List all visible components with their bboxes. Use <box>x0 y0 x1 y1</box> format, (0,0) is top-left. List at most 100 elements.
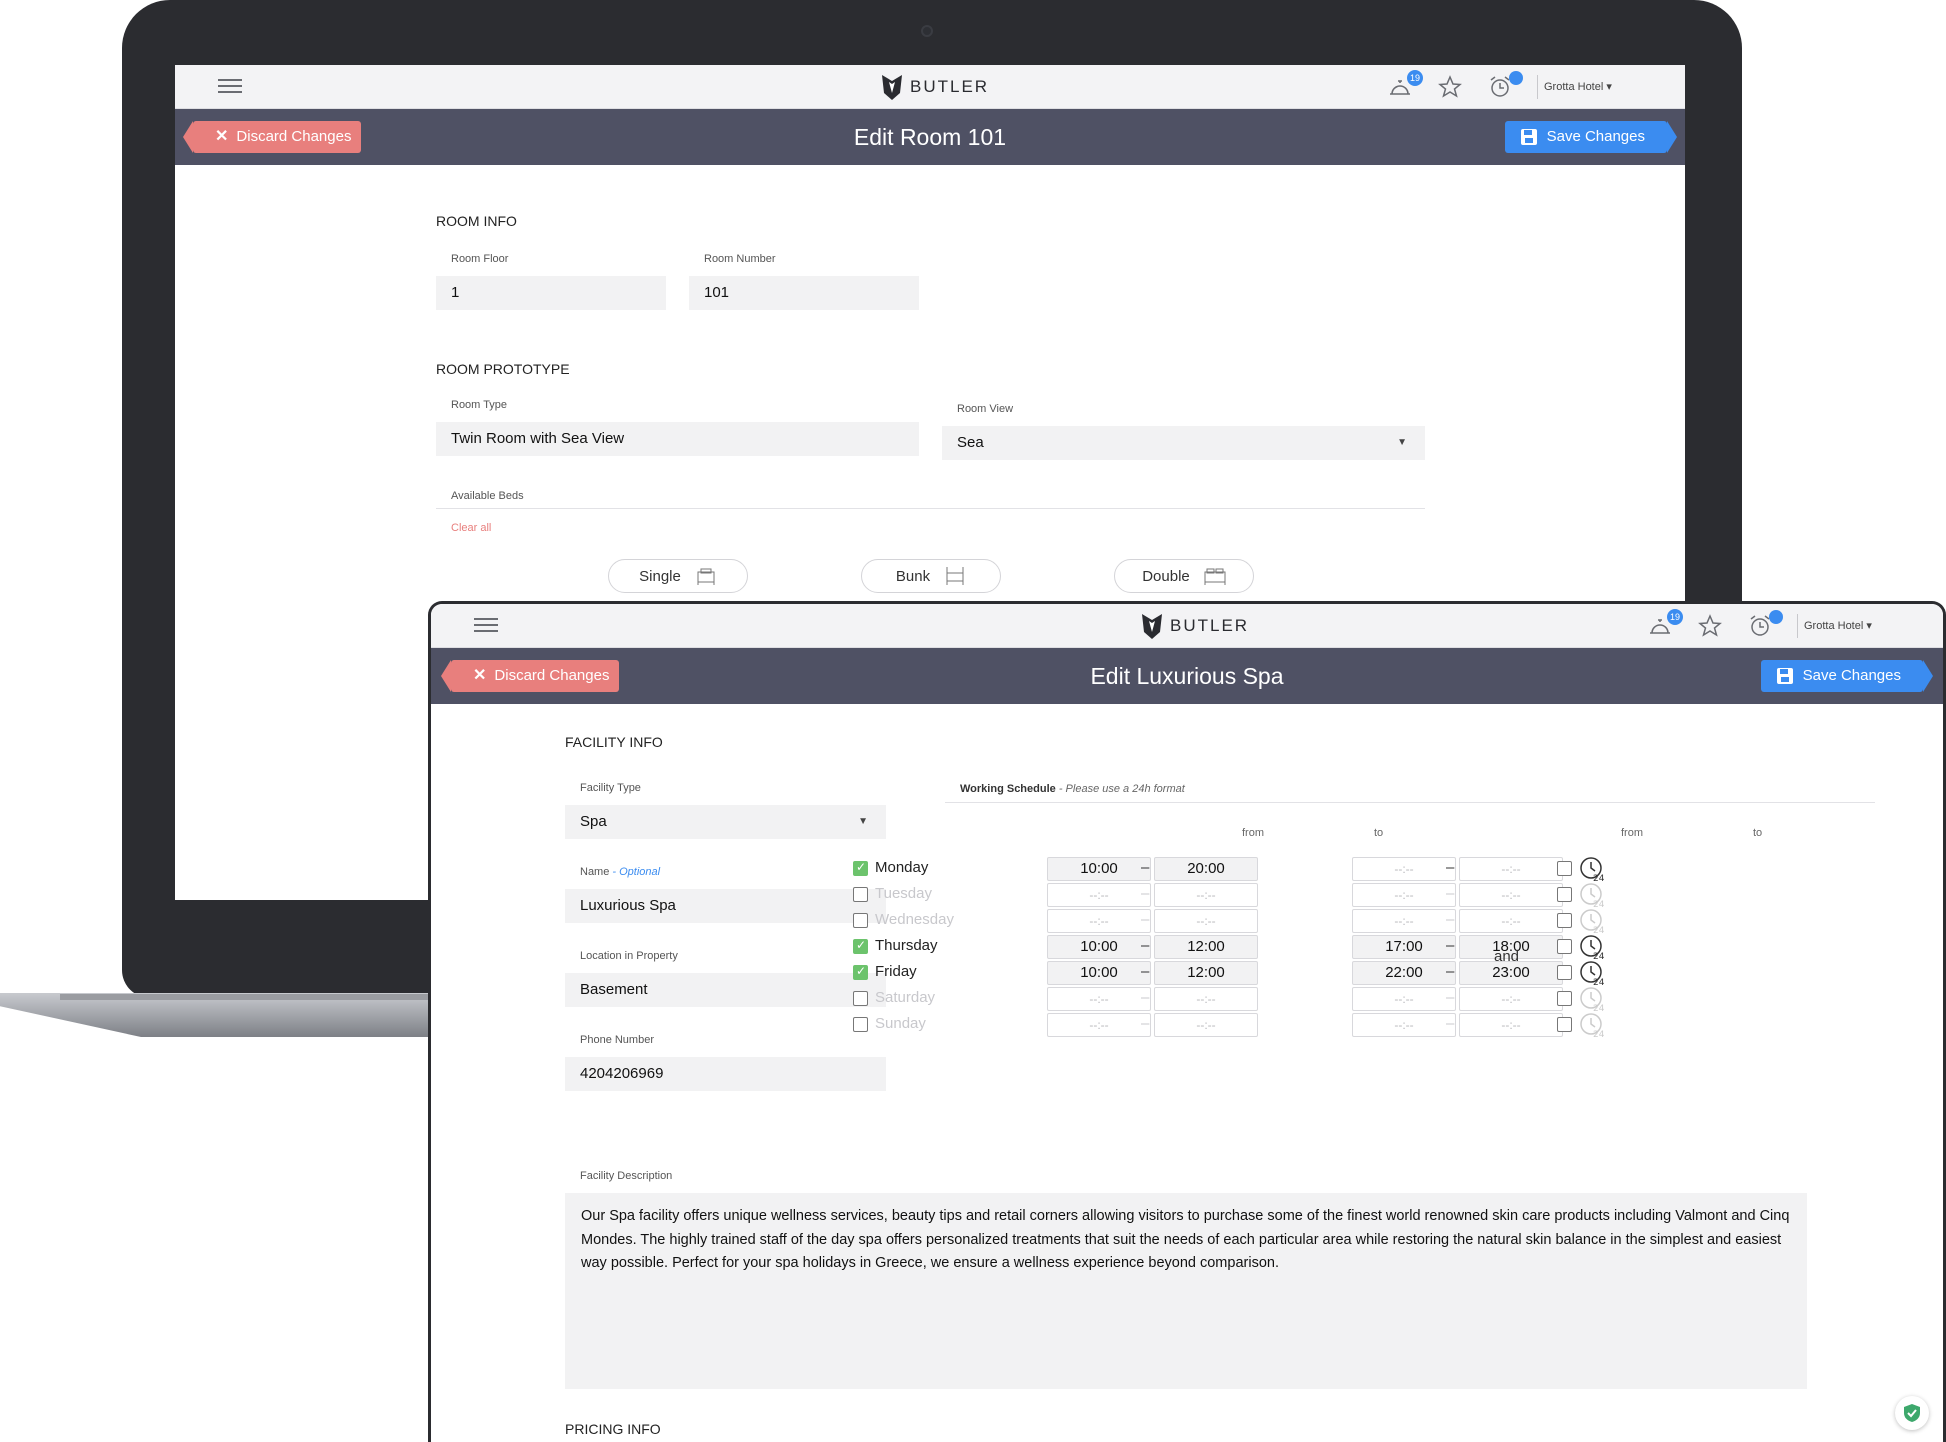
clock-24h-icon[interactable]: 24 <box>1579 1012 1605 1038</box>
to-time-input[interactable]: --:-- <box>1154 909 1258 933</box>
schedule-title: Working Schedule <box>960 783 1056 795</box>
save-changes-button[interactable]: Save Changes <box>1760 660 1934 692</box>
to-time-input-2[interactable]: --:-- <box>1459 987 1563 1011</box>
schedule-divider <box>945 802 1875 803</box>
schedule-row: Tuesday --:-- – --:-- --:-- – --:-- 24 <box>431 882 1943 908</box>
to-time-input-2[interactable]: --:-- <box>1459 883 1563 907</box>
room-view-select[interactable]: Sea ▼ <box>942 426 1425 460</box>
all-day-checkbox[interactable] <box>1557 965 1572 980</box>
from-time-input-2[interactable]: 22:00 <box>1352 961 1456 985</box>
svg-text:24: 24 <box>1593 874 1605 882</box>
room-service-icon[interactable]: 19 <box>1387 70 1423 100</box>
from-time-input-2[interactable]: --:-- <box>1352 909 1456 933</box>
menu-icon[interactable] <box>474 614 498 636</box>
room-number-input[interactable]: 101 <box>689 276 919 310</box>
day-checkbox[interactable] <box>853 913 868 928</box>
all-day-checkbox[interactable] <box>1557 1017 1572 1032</box>
day-checkbox[interactable] <box>853 938 868 954</box>
bed-single-button[interactable]: Single <box>608 559 748 593</box>
alarm-clock-icon[interactable] <box>1747 610 1783 639</box>
description-textarea[interactable]: Our Spa facility offers unique wellness … <box>565 1193 1807 1389</box>
all-day-checkbox[interactable] <box>1557 991 1572 1006</box>
from-time-input[interactable]: --:-- <box>1047 1013 1151 1037</box>
from-time-input-2[interactable]: --:-- <box>1352 1013 1456 1037</box>
star-icon[interactable] <box>1437 74 1463 100</box>
clock-24h-icon[interactable]: 24 <box>1579 986 1605 1012</box>
alert-dot <box>1509 71 1523 85</box>
bed-bunk-button[interactable]: Bunk <box>861 559 1001 593</box>
to-time-input[interactable]: 20:00 <box>1154 857 1258 881</box>
notification-badge: 19 <box>1406 70 1423 86</box>
room-floor-label: Room Floor <box>451 253 509 265</box>
facility-info-heading: FACILITY INFO <box>565 734 663 750</box>
to-time-input[interactable]: --:-- <box>1154 883 1258 907</box>
room-type-label: Room Type <box>451 399 508 411</box>
alarm-clock-icon[interactable] <box>1487 71 1523 100</box>
to-header-1: to <box>1374 827 1384 839</box>
day-checkbox[interactable] <box>853 964 868 980</box>
title-bar: Edit Room 101 ✕ Discard Changes Save Cha… <box>175 109 1685 165</box>
phone-input[interactable]: 4204206969 <box>565 1057 886 1091</box>
star-icon[interactable] <box>1697 613 1723 639</box>
all-day-checkbox[interactable] <box>1557 887 1572 902</box>
menu-icon[interactable] <box>218 75 242 97</box>
from-header-2: from <box>1621 827 1643 839</box>
time-separator: – <box>1141 963 1150 980</box>
to-time-input[interactable]: 12:00 <box>1154 961 1258 985</box>
from-time-input-2[interactable]: --:-- <box>1352 987 1456 1011</box>
day-checkbox[interactable] <box>853 1017 868 1032</box>
from-time-input-2[interactable]: --:-- <box>1352 857 1456 881</box>
security-shield-icon[interactable] <box>1895 1396 1929 1430</box>
all-day-checkbox[interactable] <box>1557 913 1572 928</box>
from-time-input[interactable]: 10:00 <box>1047 961 1151 985</box>
from-time-input[interactable]: 10:00 <box>1047 935 1151 959</box>
room-service-icon[interactable]: 19 <box>1647 609 1683 639</box>
to-time-input[interactable]: --:-- <box>1154 1013 1258 1037</box>
day-label: Sunday <box>875 1015 926 1032</box>
from-time-input[interactable]: --:-- <box>1047 883 1151 907</box>
day-checkbox[interactable] <box>853 991 868 1006</box>
to-time-input-2[interactable]: --:-- <box>1459 1013 1563 1037</box>
laptop-camera <box>921 25 933 37</box>
discard-changes-button[interactable]: ✕ Discard Changes <box>182 121 362 153</box>
clear-all-link[interactable]: Clear all <box>451 522 491 534</box>
clock-24h-icon[interactable]: 24 <box>1579 856 1605 882</box>
day-checkbox[interactable] <box>853 887 868 902</box>
pricing-info-heading: PRICING INFO <box>565 1421 661 1437</box>
time-separator: – <box>1446 937 1455 954</box>
room-number-label: Room Number <box>704 253 776 265</box>
double-bed-icon <box>1204 568 1226 585</box>
day-checkbox[interactable] <box>853 860 868 876</box>
clock-24h-icon[interactable]: 24 <box>1579 934 1605 960</box>
from-time-input-2[interactable]: --:-- <box>1352 883 1456 907</box>
to-time-input[interactable]: --:-- <box>1154 987 1258 1011</box>
room-type-input[interactable]: Twin Room with Sea View <box>436 422 919 456</box>
day-label: Wednesday <box>875 911 954 928</box>
all-day-checkbox[interactable] <box>1557 939 1572 954</box>
save-label: Save Changes <box>1546 128 1645 145</box>
day-label: Saturday <box>875 989 936 1006</box>
hotel-selector[interactable]: Grotta Hotel ▾ <box>1797 614 1872 638</box>
clock-24h-icon[interactable]: 24 <box>1579 908 1605 934</box>
to-time-input[interactable]: 12:00 <box>1154 935 1258 959</box>
hotel-selector[interactable]: Grotta Hotel ▾ <box>1537 75 1612 99</box>
all-day-checkbox[interactable] <box>1557 861 1572 876</box>
bed-double-button[interactable]: Double <box>1114 559 1254 593</box>
time-separator: – <box>1446 963 1455 980</box>
from-time-input[interactable]: --:-- <box>1047 987 1151 1011</box>
laptop-base-edge <box>60 994 470 1000</box>
top-bar: BUTLER 19 Grotta Hotel ▾ <box>175 65 1685 109</box>
discard-changes-button[interactable]: ✕ Discard Changes <box>440 660 620 692</box>
facility-type-select[interactable]: Spa ▼ <box>565 805 886 839</box>
clock-24h-icon[interactable]: 24 <box>1579 960 1605 986</box>
day-label: Monday <box>875 859 929 876</box>
from-time-input-2[interactable]: 17:00 <box>1352 935 1456 959</box>
from-time-input[interactable]: 10:00 <box>1047 857 1151 881</box>
from-time-input[interactable]: --:-- <box>1047 909 1151 933</box>
save-changes-button[interactable]: Save Changes <box>1504 121 1678 153</box>
title-bar: Edit Luxurious Spa ✕ Discard Changes Sav… <box>431 648 1943 704</box>
clock-24h-icon[interactable]: 24 <box>1579 882 1605 908</box>
to-time-input-2[interactable]: --:-- <box>1459 857 1563 881</box>
to-time-input-2[interactable]: --:-- <box>1459 909 1563 933</box>
room-floor-input[interactable]: 1 <box>436 276 666 310</box>
